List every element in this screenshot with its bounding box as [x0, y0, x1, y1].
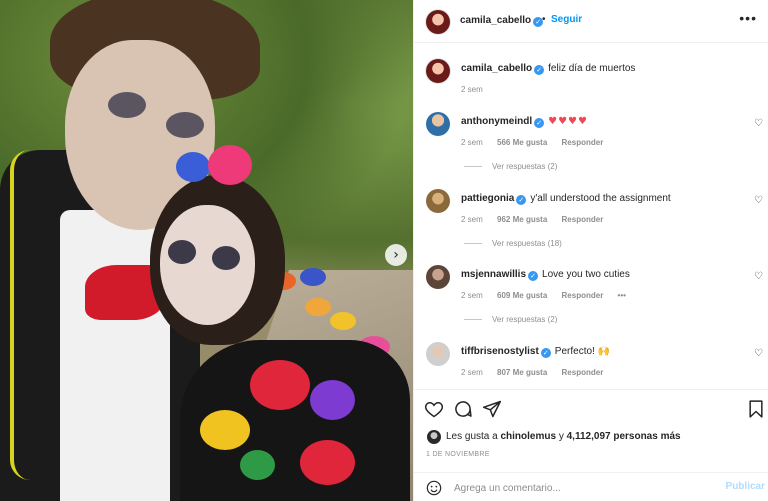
dress-flower — [200, 410, 250, 450]
bookmark-icon[interactable] — [746, 399, 766, 419]
comment-username[interactable]: tiffbrisenostylist ✓ — [461, 346, 551, 358]
replies-divider — [464, 319, 482, 321]
share-icon[interactable] — [482, 399, 502, 419]
likes-text[interactable]: Les gusta a chinolemus y 4,112,097 perso… — [446, 431, 681, 442]
caption-username[interactable]: camila_cabello ✓ — [461, 63, 545, 75]
dress-flower — [240, 450, 275, 480]
caption-time: 2 sem — [461, 85, 483, 94]
jacket-trim — [10, 150, 50, 480]
woman-dress — [180, 340, 410, 501]
comment-likes[interactable]: 609 Me gusta — [497, 291, 547, 300]
caption-text: feliz día de muertos — [548, 63, 636, 74]
comment-icon[interactable] — [453, 399, 473, 419]
comment-meta: 2 sem 807 Me gusta Responder — [461, 368, 615, 377]
hair-flower-pink — [208, 145, 252, 185]
reply-button[interactable]: Responder — [562, 138, 604, 147]
replies-divider — [464, 243, 482, 245]
verified-icon: ✓ — [540, 348, 551, 358]
reply-button[interactable]: Responder — [562, 215, 604, 224]
comment-meta: 2 sem 609 Me gusta Responder ••• — [461, 291, 638, 300]
view-replies-button[interactable]: Ver respuestas (18) — [464, 239, 562, 248]
comment-line: anthonymeindl ✓ ♥♥♥♥ — [461, 116, 588, 128]
comment-text: Love you two cuties — [542, 269, 630, 280]
heart-icon[interactable] — [424, 399, 444, 419]
more-options-icon[interactable]: ••• — [739, 10, 757, 26]
author-username[interactable]: camila_cabello ✓ — [460, 15, 544, 27]
follow-button[interactable]: Seguir — [551, 14, 582, 25]
separator-dot: • — [542, 14, 546, 25]
comment-username[interactable]: anthonymeindl ✓ — [461, 116, 545, 128]
comments-list[interactable]: camila_cabello ✓ feliz día de muertos 2 se… — [414, 44, 768, 389]
comment-heart-icon[interactable]: ♡ — [754, 118, 763, 129]
avatar[interactable] — [426, 10, 450, 34]
hair-flower-blue — [176, 152, 210, 182]
comment-heart-icon[interactable]: ♡ — [754, 195, 763, 206]
comment-time: 2 sem — [461, 368, 483, 377]
skull-eye — [168, 240, 196, 264]
woman-face-skull-makeup — [160, 205, 255, 325]
verified-icon: ✓ — [534, 118, 545, 128]
avatar[interactable] — [426, 265, 450, 289]
comment-line: msjennawillis ✓ Love you two cuties — [461, 269, 630, 281]
comment-meta: 2 sem 962 Me gusta Responder — [461, 215, 615, 224]
avatar[interactable] — [426, 189, 450, 213]
likes-summary: Les gusta a chinolemus y 4,112,097 perso… — [414, 428, 768, 446]
avatar[interactable] — [426, 342, 450, 366]
comment-time: 2 sem — [461, 138, 483, 147]
next-arrow-icon[interactable]: › — [385, 244, 407, 266]
avatar[interactable] — [426, 112, 450, 136]
post-date: 1 DE NOVIEMBRE — [426, 451, 490, 458]
dress-flower — [250, 360, 310, 410]
post-sidebar: camila_cabello ✓ • Seguir ••• camila_cabe… — [413, 0, 768, 501]
comment-heart-icon[interactable]: ♡ — [754, 348, 763, 359]
comment-composer: Publicar — [414, 472, 768, 501]
comment-heart-icon[interactable]: ♡ — [754, 271, 763, 282]
skull-eye — [212, 246, 240, 270]
verified-icon: ✓ — [516, 195, 527, 205]
verified-icon: ✓ — [528, 271, 539, 281]
post-comment-button[interactable]: Publicar — [726, 481, 765, 492]
comment-text: y'all understood the assignment — [530, 193, 671, 204]
ground-flower — [305, 298, 331, 316]
comment-username[interactable]: msjennawillis ✓ — [461, 269, 539, 281]
dress-flower — [310, 380, 355, 420]
view-replies-button[interactable]: Ver respuestas (2) — [464, 162, 557, 171]
comment-text: Perfecto! 🙌 — [554, 346, 611, 357]
action-bar — [414, 389, 768, 429]
comment-likes[interactable]: 807 Me gusta — [497, 368, 547, 377]
comment-meta: 2 sem 566 Me gusta Responder — [461, 138, 615, 147]
reply-button[interactable]: Responder — [562, 291, 604, 300]
dress-flower — [300, 440, 355, 485]
reply-button[interactable]: Responder — [562, 368, 604, 377]
comment-line: pattiegonia ✓ y'all understood the assignm… — [461, 193, 671, 205]
comment-likes[interactable]: 962 Me gusta — [497, 215, 547, 224]
comment-input[interactable] — [454, 479, 714, 497]
replies-divider — [464, 166, 482, 168]
ground-flower — [300, 268, 326, 286]
comment-options-icon[interactable]: ••• — [618, 291, 626, 300]
caption-line: camila_cabello ✓ feliz día de muertos — [461, 63, 635, 75]
avatar[interactable] — [427, 430, 441, 444]
view-replies-button[interactable]: Ver respuestas (2) — [464, 315, 557, 324]
comment-text: ♥♥♥♥ — [548, 116, 588, 127]
comment-username[interactable]: pattiegonia ✓ — [461, 193, 527, 205]
avatar[interactable] — [426, 59, 450, 83]
comment-time: 2 sem — [461, 291, 483, 300]
caption-meta: 2 sem — [461, 85, 495, 94]
man-eye-makeup — [108, 92, 146, 118]
post-header: camila_cabello ✓ • Seguir ••• — [414, 0, 768, 43]
man-eye-makeup — [166, 112, 204, 138]
comment-line: tiffbrisenostylist ✓ Perfecto! 🙌 — [461, 346, 610, 358]
verified-icon: ✓ — [534, 65, 545, 75]
comment-time: 2 sem — [461, 215, 483, 224]
post-photo[interactable]: › — [0, 0, 413, 501]
ground-flower — [330, 312, 356, 330]
emoji-icon[interactable] — [426, 480, 442, 496]
comment-likes[interactable]: 566 Me gusta — [497, 138, 547, 147]
